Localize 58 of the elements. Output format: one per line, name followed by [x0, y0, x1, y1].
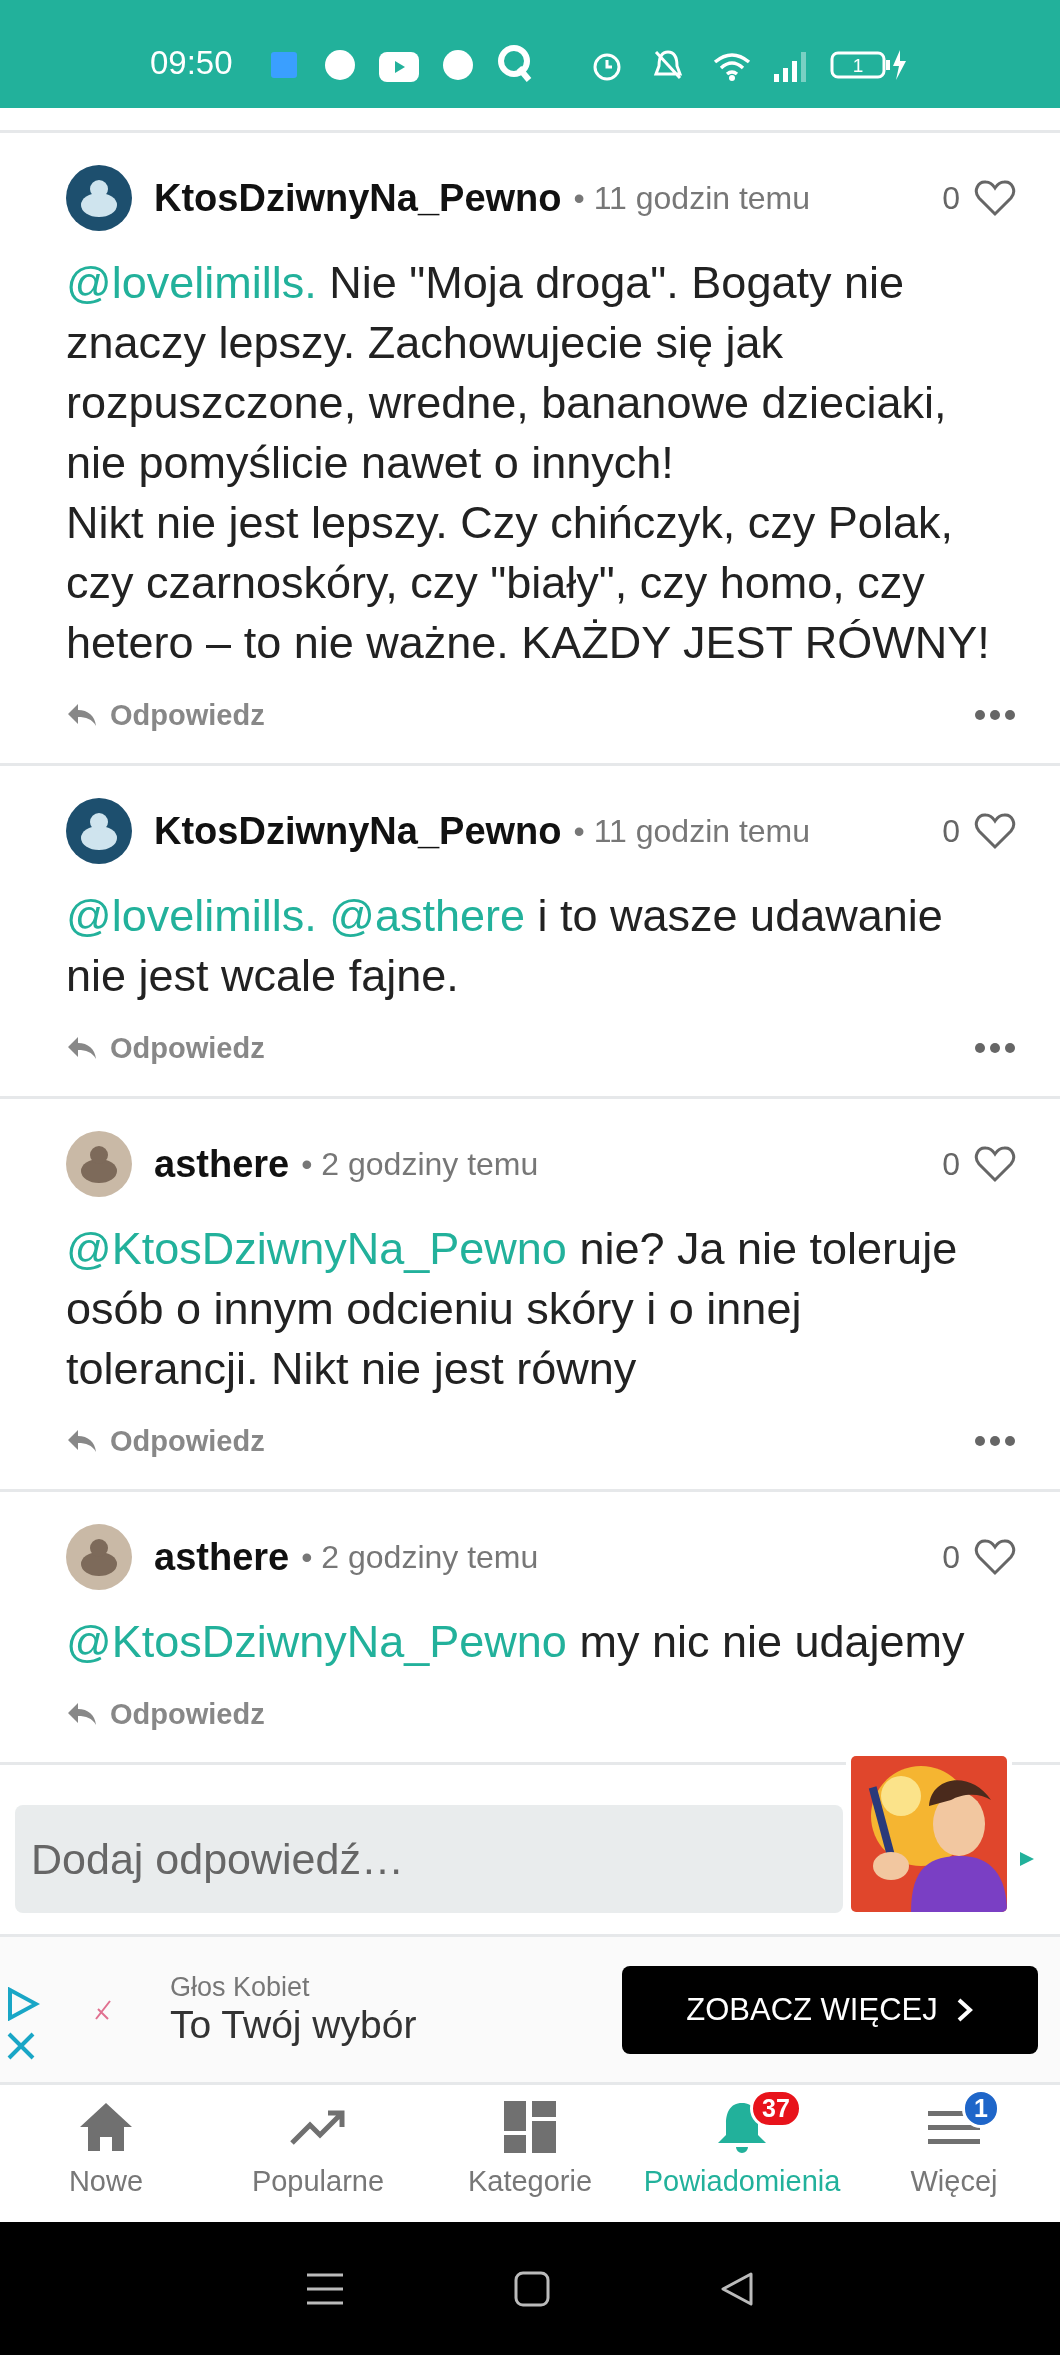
nav-tab[interactable]: Popularne	[212, 2085, 424, 2222]
username[interactable]: KtosDziwnyNa_Pewno	[154, 809, 562, 853]
like-count: 0	[942, 1145, 960, 1183]
search-app-icon	[496, 44, 533, 82]
nav-tab[interactable]: Więcej 1	[848, 2085, 1060, 2222]
mention-link[interactable]: @KtosDziwnyNa_Pewno	[66, 1223, 567, 1274]
comment-text: @KtosDziwnyNa_Pewno my nic nie udajemy	[66, 1615, 966, 1669]
ad-brand: Głos Kobiet	[170, 1972, 311, 2003]
heart-icon[interactable]	[974, 1145, 1016, 1183]
clock-time: 09:50	[150, 44, 233, 82]
reply-button[interactable]: Odpowiedz	[66, 1424, 265, 1458]
reply-icon	[66, 1035, 98, 1061]
reply-icon	[66, 1701, 98, 1727]
timestamp: • 2 godziny temu	[301, 1145, 539, 1183]
heart-icon[interactable]	[974, 1538, 1016, 1576]
username[interactable]: asthere	[154, 1142, 290, 1186]
more-icon[interactable]	[974, 1042, 1016, 1054]
notification-badge: 1	[962, 2089, 1000, 2128]
reply-icon	[66, 702, 98, 728]
more-icon[interactable]	[974, 709, 1016, 721]
signal-icon	[774, 52, 808, 82]
like-count: 0	[942, 179, 960, 217]
nav-tab[interactable]: Nowe	[0, 2085, 212, 2222]
ad-info-icon[interactable]	[6, 1987, 40, 2021]
timestamp: • 11 godzin temu	[573, 179, 811, 217]
ad-headline: To Twój wybór	[170, 2003, 417, 2047]
reply-input-field[interactable]: Dodaj odpowiedź…	[15, 1805, 843, 1913]
ad-cta-button[interactable]: ZOBACZ WIĘCEJ	[622, 1965, 1038, 2054]
nav-tab[interactable]: Powiadomienia 37	[636, 2085, 848, 2222]
like-count: 0	[942, 812, 960, 850]
mention-link[interactable]: @lovelimills.	[66, 890, 317, 941]
heart-icon[interactable]	[974, 179, 1016, 217]
close-icon[interactable]	[6, 2031, 36, 2061]
heart-icon[interactable]	[974, 812, 1016, 850]
comment-text: @lovelimills. @asthere i to wasze udawanie nie jest wcale fajne.	[66, 889, 944, 1003]
notification-badge: 37	[750, 2089, 802, 2128]
username[interactable]: asthere	[154, 1535, 290, 1579]
reply-button[interactable]: Odpowiedz	[66, 698, 265, 732]
comment-text: @lovelimills. Nie "Moja droga". Bogaty nie znaczy lepszy. Zachowujecie się jak rozpuszczone, wredne, bananowe dzieciaki, nie pomyślicie nawet o innych! Nikt nie jest lepszy. Czy chińczyk, czy Polak, czy czarnoskóry, czy "biały", czy homo, czy hetero – to nie ważne. KAŻDY JEST RÓWNY!	[66, 256, 991, 670]
mention-link[interactable]: @asthere	[329, 890, 525, 941]
timestamp: • 2 godziny temu	[301, 1538, 539, 1576]
timestamp: • 11 godzin temu	[573, 812, 811, 850]
mention-link[interactable]: @KtosDziwnyNa_Pewno	[66, 1616, 567, 1667]
like-count: 0	[942, 1538, 960, 1576]
reply-button[interactable]: Odpowiedz	[66, 1031, 265, 1065]
more-icon[interactable]	[974, 1435, 1016, 1447]
reply-button[interactable]: Odpowiedz	[66, 1697, 265, 1731]
play-icon	[378, 52, 419, 82]
chevron-icon	[955, 1996, 974, 2023]
comment-text: @KtosDziwnyNa_Pewno nie? Ja nie toleruje osób o innym odcieniu skóry i o innej tolerancji. Nikt nie jest równy	[66, 1222, 959, 1396]
back-icon[interactable]	[719, 2270, 756, 2307]
nav-tab[interactable]: Kategorie	[424, 2085, 636, 2222]
send-icon[interactable]	[1018, 1850, 1036, 1868]
wifi-icon	[712, 50, 752, 82]
reply-icon	[66, 1428, 98, 1454]
mention-link[interactable]: @lovelimills.	[66, 257, 317, 308]
home-button-icon[interactable]	[514, 2270, 550, 2307]
username[interactable]: KtosDziwnyNa_Pewno	[154, 176, 562, 220]
